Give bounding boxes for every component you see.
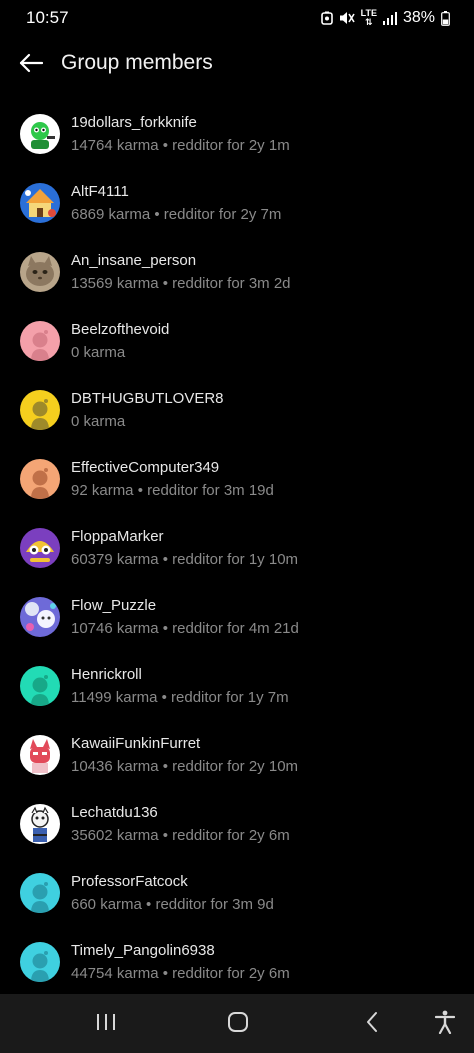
member-meta: 11499 karma • redditor for 1y 7m — [71, 689, 289, 706]
arrow-left-icon — [19, 53, 44, 78]
page-title: Group members — [61, 51, 213, 74]
avatar[interactable] — [20, 114, 60, 154]
screenshot-icon — [320, 11, 333, 25]
member-name[interactable]: EffectiveComputer349 — [71, 459, 219, 476]
screen: 10:57 LTE ⇅ 38% Group members 19dollars_… — [0, 0, 474, 1053]
recent-apps-icon — [95, 1013, 117, 1036]
member-row[interactable]: DBTHUGBUTLOVER8 0 karma — [0, 376, 474, 445]
member-name[interactable]: 19dollars_forkknife — [71, 114, 197, 131]
system-nav-bar — [0, 994, 474, 1053]
member-meta: 60379 karma • redditor for 1y 10m — [71, 551, 299, 568]
member-name[interactable]: DBTHUGBUTLOVER8 — [71, 390, 224, 407]
signal-icon — [382, 11, 397, 25]
recent-apps-button[interactable] — [89, 1008, 123, 1040]
avatar[interactable] — [20, 528, 60, 568]
avatar[interactable] — [20, 597, 60, 637]
member-row[interactable]: KawaiiFunkinFurret 10436 karma • reddito… — [0, 721, 474, 790]
member-meta: 92 karma • redditor for 3m 19d — [71, 482, 274, 499]
status-bar: 10:57 LTE ⇅ 38% — [0, 0, 474, 36]
avatar[interactable] — [20, 390, 60, 430]
member-meta: 13569 karma • redditor for 3m 2d — [71, 275, 291, 292]
status-time: 10:57 — [26, 8, 69, 27]
avatar[interactable] — [20, 735, 60, 775]
header: Group members — [0, 40, 474, 90]
home-button[interactable] — [221, 1008, 255, 1040]
accessibility-button[interactable] — [428, 1008, 462, 1040]
member-name[interactable]: KawaiiFunkinFurret — [71, 735, 200, 752]
avatar[interactable] — [20, 666, 60, 706]
member-name[interactable]: ProfessorFatcock — [71, 873, 188, 890]
member-row[interactable]: Timely_Pangolin6938 44754 karma • reddit… — [0, 928, 474, 997]
member-row[interactable]: AltF4111 6869 karma • redditor for 2y 7m — [0, 169, 474, 238]
member-meta: 0 karma — [71, 413, 126, 430]
member-meta: 10746 karma • redditor for 4m 21d — [71, 620, 299, 637]
member-name[interactable]: Flow_Puzzle — [71, 597, 156, 614]
member-row[interactable]: Lechatdu136 35602 karma • redditor for 2… — [0, 790, 474, 859]
member-name[interactable]: Timely_Pangolin6938 — [71, 942, 215, 959]
avatar[interactable] — [20, 459, 60, 499]
member-row[interactable]: An_insane_person 13569 karma • redditor … — [0, 238, 474, 307]
avatar[interactable] — [20, 252, 60, 292]
member-name[interactable]: Henrickroll — [71, 666, 142, 683]
member-name[interactable]: Lechatdu136 — [71, 804, 158, 821]
nav-back-button[interactable] — [355, 1008, 389, 1040]
home-icon — [227, 1011, 249, 1038]
member-meta: 0 karma — [71, 344, 126, 361]
member-row[interactable]: Beelzofthevoid 0 karma — [0, 307, 474, 376]
status-icons: LTE ⇅ 38% — [320, 8, 450, 28]
chevron-left-icon — [365, 1011, 379, 1038]
avatar[interactable] — [20, 321, 60, 361]
member-meta: 660 karma • redditor for 3m 9d — [71, 896, 274, 913]
member-row[interactable]: Flow_Puzzle 10746 karma • redditor for 4… — [0, 583, 474, 652]
member-row[interactable]: Henrickroll 11499 karma • redditor for 1… — [0, 652, 474, 721]
back-button[interactable] — [14, 48, 48, 82]
member-meta: 35602 karma • redditor for 2y 6m — [71, 827, 290, 844]
member-row[interactable]: EffectiveComputer349 92 karma • redditor… — [0, 445, 474, 514]
lte-indicator: LTE ⇅ — [361, 9, 377, 27]
accessibility-icon — [434, 1010, 456, 1039]
member-list: 19dollars_forkknife 14764 karma • reddit… — [0, 100, 474, 997]
member-row[interactable]: 19dollars_forkknife 14764 karma • reddit… — [0, 100, 474, 169]
member-meta: 10436 karma • redditor for 2y 10m — [71, 758, 299, 775]
mute-icon — [339, 11, 355, 25]
member-row[interactable]: FloppaMarker 60379 karma • redditor for … — [0, 514, 474, 583]
member-meta: 14764 karma • redditor for 2y 1m — [71, 137, 290, 154]
battery-icon — [441, 10, 450, 26]
member-meta: 44754 karma • redditor for 2y 6m — [71, 965, 290, 982]
member-meta: 6869 karma • redditor for 2y 7m — [71, 206, 282, 223]
battery-percent: 38% — [402, 9, 435, 26]
member-name[interactable]: Beelzofthevoid — [71, 321, 169, 338]
avatar[interactable] — [20, 804, 60, 844]
avatar[interactable] — [20, 873, 60, 913]
data-arrows-icon: ⇅ — [365, 17, 373, 27]
member-name[interactable]: AltF4111 — [71, 183, 129, 200]
avatar[interactable] — [20, 183, 60, 223]
avatar[interactable] — [20, 942, 60, 982]
member-name[interactable]: An_insane_person — [71, 252, 196, 269]
member-name[interactable]: FloppaMarker — [71, 528, 164, 545]
member-row[interactable]: ProfessorFatcock 660 karma • redditor fo… — [0, 859, 474, 928]
